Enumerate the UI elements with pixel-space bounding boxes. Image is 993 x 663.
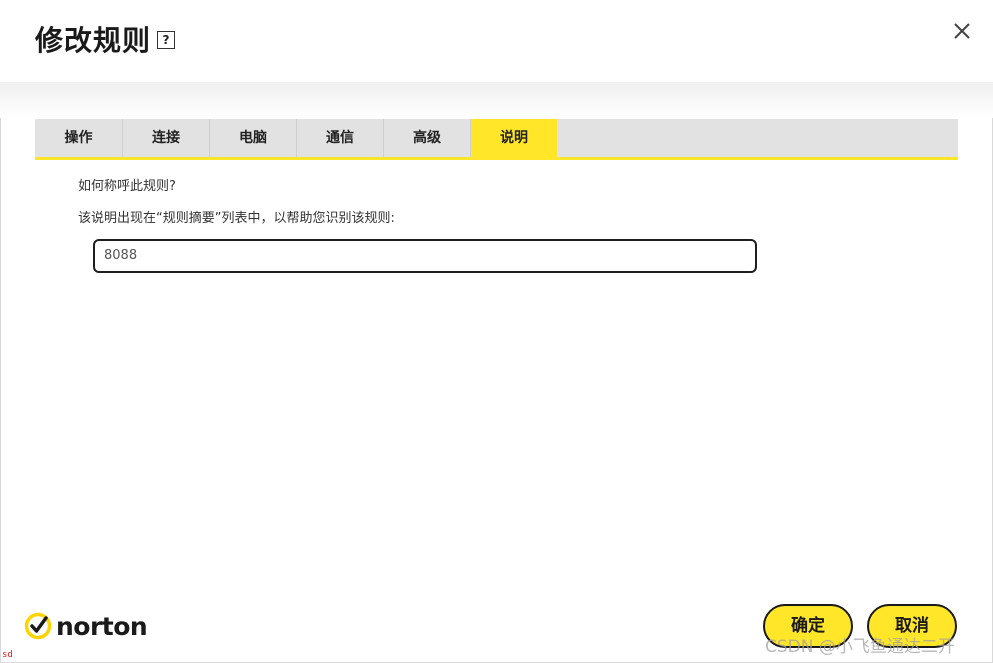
- rule-description-hint: 该说明出现在“规则摘要”列表中，以帮助您识别该规则:: [78, 211, 395, 226]
- norton-brand-text: norton: [56, 611, 148, 641]
- dialog-title: 修改规则: [35, 24, 152, 57]
- tab-computer[interactable]: 电脑: [210, 119, 297, 157]
- tab-communication[interactable]: 通信: [297, 119, 384, 157]
- description-input[interactable]: [104, 241, 734, 271]
- norton-logo: norton: [24, 610, 148, 642]
- tab-description[interactable]: 说明: [471, 119, 557, 157]
- csdn-watermark: CSDN @小飞鱼通达二开: [765, 637, 955, 657]
- close-icon[interactable]: [950, 19, 974, 43]
- tab-action[interactable]: 操作: [35, 119, 123, 157]
- description-field-box: [93, 239, 757, 273]
- tab-bar: 操作 连接 电脑 通信 高级 说明: [35, 119, 958, 160]
- help-icon[interactable]: ?: [157, 31, 175, 49]
- norton-check-icon: [24, 612, 52, 640]
- tab-advanced[interactable]: 高级: [384, 119, 471, 157]
- tab-connection[interactable]: 连接: [123, 119, 210, 157]
- header-shade: [0, 82, 993, 118]
- rule-name-question: 如何称呼此规则?: [78, 179, 176, 194]
- corner-text: sd: [2, 650, 13, 660]
